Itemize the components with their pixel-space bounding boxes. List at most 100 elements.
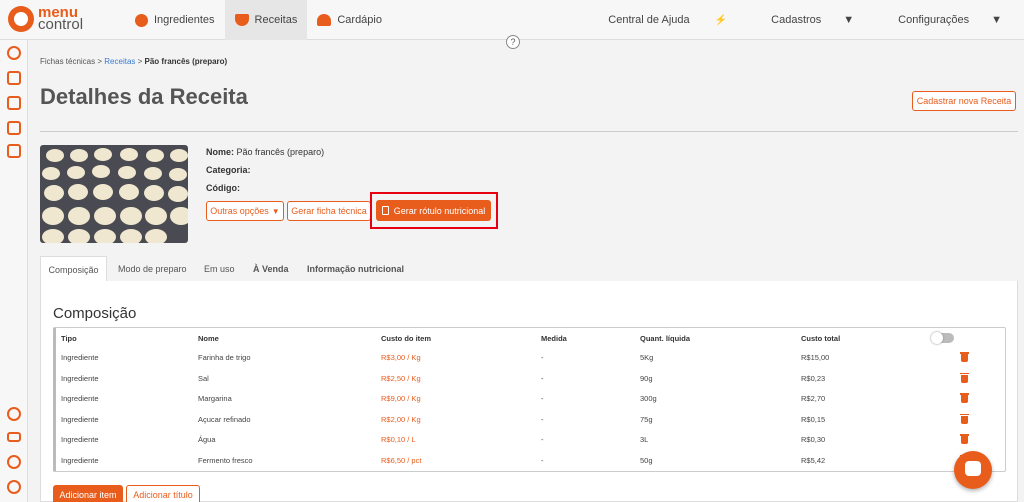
power-icon[interactable] <box>7 480 21 494</box>
price-list-icon[interactable] <box>7 121 21 135</box>
trash-icon[interactable] <box>960 434 969 444</box>
chat-widget-icon[interactable] <box>954 451 992 489</box>
nutrition-label-icon[interactable] <box>7 144 21 158</box>
cell-custo-item: R$6,50 / pct <box>381 455 422 465</box>
tab-informacao-nutricional[interactable]: Informação nutricional <box>307 256 404 282</box>
breadcrumb-current: Pão francês (preparo) <box>144 57 228 66</box>
cell-custo-total: R$0,15 <box>801 414 826 424</box>
divider <box>40 131 1018 132</box>
recipe-photo <box>40 145 188 243</box>
cell-custo-item: R$3,00 / Kg <box>381 353 421 362</box>
col-header-custo-item: Custo do item <box>381 334 431 343</box>
cell-medida: - <box>541 373 544 383</box>
cell-nome: Água <box>198 435 216 444</box>
calendar-icon[interactable] <box>7 96 21 110</box>
help-circle-icon[interactable] <box>7 407 21 421</box>
cell-quant-liquida: 50g <box>640 455 653 465</box>
code-label: Código: <box>206 183 240 193</box>
cell-nome: Fermento fresco <box>198 455 253 465</box>
configuracoes-label: Configurações <box>898 14 970 26</box>
recipe-book-icon[interactable] <box>7 71 21 85</box>
cell-quant-liquida: 5Kg <box>640 353 654 362</box>
dashboard-icon[interactable] <box>7 46 21 60</box>
help-center-label: Central de Ajuda <box>608 14 690 26</box>
tab-bar: Composição Modo de preparo Em uso À Vend… <box>40 256 1018 282</box>
settings-gear-icon[interactable] <box>7 455 21 469</box>
col-header-medida: Medida <box>541 334 567 343</box>
nav-ingredientes[interactable]: Ingredientes <box>125 0 225 40</box>
cadastros-menu[interactable]: Cadastros ▼ <box>749 14 854 26</box>
col-header-custo-total: Custo total <box>801 334 841 343</box>
cell-quant-liquida: 90g <box>640 373 653 383</box>
tab-em-uso[interactable]: Em uso <box>204 256 235 282</box>
cadastros-label: Cadastros <box>771 14 822 26</box>
main-nav: Ingredientes Receitas Cardápio <box>125 0 392 40</box>
cell-quant-liquida: 3L <box>640 435 649 444</box>
help-question-icon[interactable]: ? <box>506 35 520 49</box>
caret-down-icon: ▼ <box>843 14 855 26</box>
tab-a-venda[interactable]: À Venda <box>253 256 289 282</box>
trash-icon[interactable] <box>960 393 969 403</box>
sidebar <box>0 40 28 502</box>
name-value: Pão francês (preparo) <box>236 147 325 157</box>
add-item-button[interactable]: Adicionar item <box>53 485 123 502</box>
breadcrumb-fichas[interactable]: Fichas técnicas <box>40 57 95 66</box>
lightning-icon: ⚡ <box>714 15 728 26</box>
generate-sheet-button[interactable]: Gerar ficha técnica <box>287 201 371 221</box>
cell-quant-liquida: 75g <box>640 414 653 424</box>
add-title-button[interactable]: Adicionar título <box>126 485 200 502</box>
right-nav: Central de Ajuda ⚡ Cadastros ▼ Configuraç… <box>564 0 1002 40</box>
col-header-nome: Nome <box>198 334 219 343</box>
cell-custo-total: R$0,30 <box>801 435 826 444</box>
cost-toggle[interactable] <box>931 332 954 344</box>
section-title: Composição <box>53 305 137 322</box>
col-header-tipo: Tipo <box>61 334 77 343</box>
more-options-label: Outras opções <box>210 206 269 216</box>
cell-nome: Sal <box>198 373 209 383</box>
cell-custo-item: R$9,00 / Kg <box>381 394 421 403</box>
cell-tipo: Ingrediente <box>61 455 99 465</box>
cell-medida: - <box>541 455 544 465</box>
cell-tipo: Ingrediente <box>61 353 99 362</box>
cell-custo-total: R$2,70 <box>801 394 826 403</box>
more-options-button[interactable]: Outras opções ▼ <box>206 201 284 221</box>
nav-receitas[interactable]: Receitas <box>224 0 308 40</box>
logo-icon <box>8 6 34 32</box>
cell-nome: Açucar refinado <box>198 414 251 424</box>
page-title: Detalhes da Receita <box>40 84 248 109</box>
breadcrumb-receitas[interactable]: Receitas <box>104 57 135 66</box>
cell-tipo: Ingrediente <box>61 394 99 403</box>
configuracoes-menu[interactable]: Configurações ▼ <box>876 14 1002 26</box>
cell-tipo: Ingrediente <box>61 414 99 424</box>
cell-custo-item: R$0,10 / L <box>381 435 416 444</box>
trash-icon[interactable] <box>960 352 969 362</box>
nav-label: Ingredientes <box>154 14 215 26</box>
logo-text-control: control <box>38 16 84 33</box>
new-recipe-button[interactable]: Cadastrar nova Receita <box>912 91 1016 111</box>
cell-quant-liquida: 300g <box>640 394 657 403</box>
breadcrumb-separator: > <box>135 57 145 66</box>
cloche-icon <box>317 14 332 26</box>
cell-tipo: Ingrediente <box>61 373 99 383</box>
recipe-code: Código: <box>206 183 240 193</box>
help-center-link[interactable]: Central de Ajuda ⚡ <box>586 14 727 26</box>
tab-modo-preparo[interactable]: Modo de preparo <box>118 256 187 282</box>
cell-medida: - <box>541 414 544 424</box>
cell-tipo: Ingrediente <box>61 435 99 444</box>
tab-composicao[interactable]: Composição <box>40 256 107 282</box>
trash-icon[interactable] <box>960 372 969 383</box>
cell-medida: - <box>541 435 544 444</box>
bowl-icon <box>234 14 249 26</box>
trash-icon[interactable] <box>960 413 969 424</box>
app-logo[interactable]: menu control <box>8 5 84 33</box>
composition-table <box>53 327 1006 472</box>
top-navbar: menu control Ingredientes Receitas Cardá… <box>0 0 1024 40</box>
nav-label: Cardápio <box>337 14 382 26</box>
card-icon[interactable] <box>7 432 21 442</box>
cell-custo-total: R$0,23 <box>801 373 826 383</box>
cell-nome: Farinha de trigo <box>198 353 251 362</box>
cell-custo-total: R$5,42 <box>801 455 826 465</box>
name-label: Nome: <box>206 147 235 157</box>
nav-cardapio[interactable]: Cardápio <box>307 0 392 40</box>
caret-down-icon: ▼ <box>991 14 1002 26</box>
